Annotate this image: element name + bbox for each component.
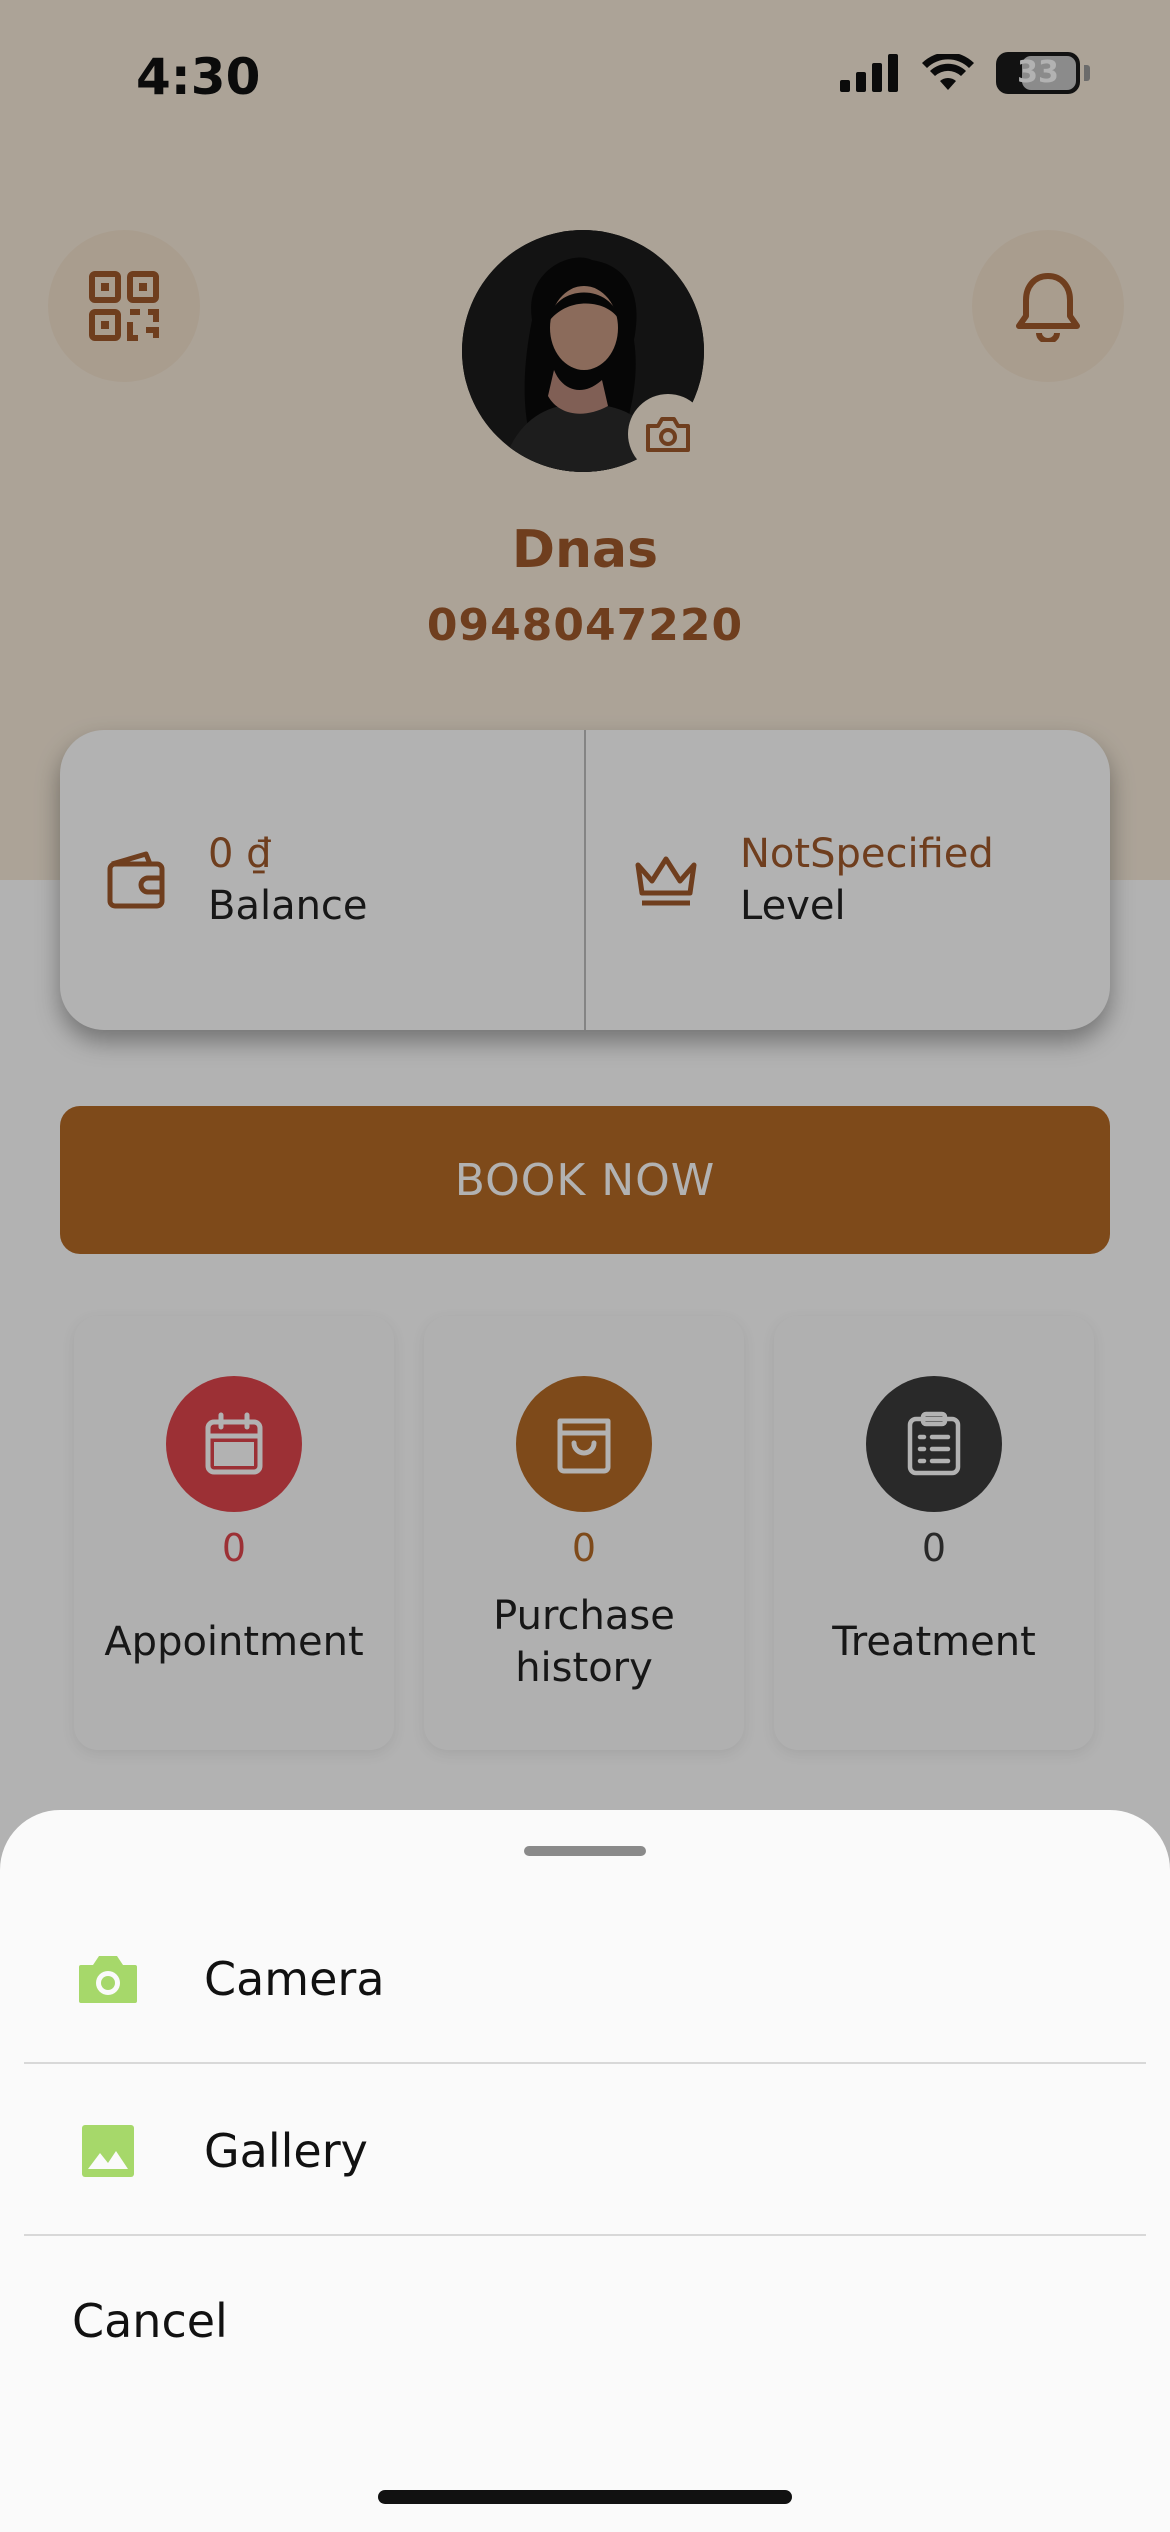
image-source-sheet: Camera Gallery [0,1810,1170,2532]
divider [24,2062,1146,2064]
camera-icon [76,1947,140,2011]
camera-option-label: Camera [204,1952,385,2006]
gallery-option-label: Gallery [204,2124,368,2178]
gallery-option[interactable]: Gallery [0,2066,1170,2236]
sheet-grabber[interactable] [524,1846,646,1856]
gallery-icon [76,2119,140,2183]
cancel-button[interactable]: Cancel [72,2294,228,2348]
home-indicator [378,2490,792,2504]
profile-screen: 4:30 33 Dnas 0948047220 0 ₫ Balance NotS… [0,0,1170,2532]
camera-option[interactable]: Camera [0,1894,1170,2064]
divider [24,2234,1146,2236]
